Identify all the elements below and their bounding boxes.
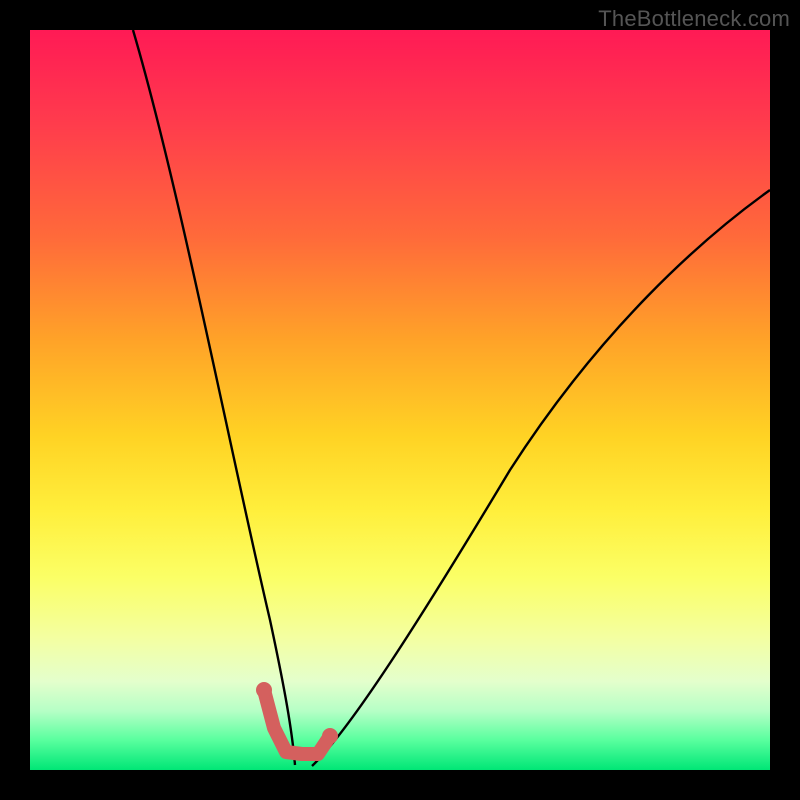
- curve-layer: [30, 30, 770, 770]
- chart-frame: TheBottleneck.com: [0, 0, 800, 800]
- valley-marker: [264, 690, 330, 754]
- valley-marker-dot-1: [256, 682, 272, 698]
- curve-left: [133, 30, 295, 765]
- plot-area: [30, 30, 770, 770]
- valley-marker-dot-2: [322, 728, 338, 744]
- curve-right: [312, 190, 770, 766]
- watermark-text: TheBottleneck.com: [598, 6, 790, 32]
